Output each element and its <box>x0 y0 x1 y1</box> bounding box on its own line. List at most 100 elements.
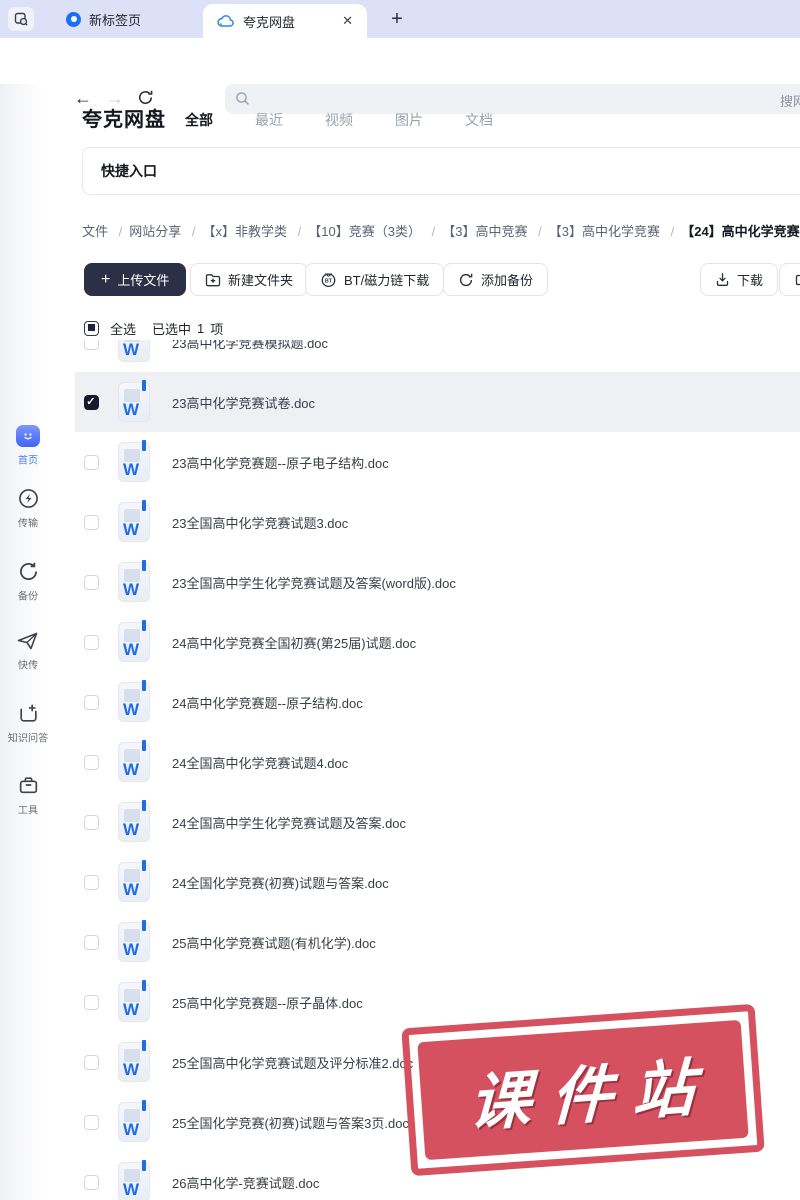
file-checkbox[interactable]: ✓ <box>84 394 99 410</box>
breadcrumb-item: 【10】竞赛（3类） <box>291 224 421 239</box>
browser-nav-bar: ← → 搜网盘 <box>0 38 800 114</box>
page-title: 夸克网盘 <box>82 109 166 131</box>
file-row[interactable]: ✓ W 23全国高中化学竞赛试题3.doc <box>75 492 800 552</box>
browser-tab-label: 夸克网盘 <box>243 14 296 30</box>
sidebar-item-label: 传输 <box>17 518 39 530</box>
breadcrumb-link[interactable]: 【10】竞赛（3类） <box>308 224 421 239</box>
download-label: 下载 <box>737 273 764 288</box>
file-checkbox[interactable]: ✓ <box>84 340 99 350</box>
breadcrumb-link[interactable]: 【3】高中竞赛 <box>442 224 527 239</box>
file-name[interactable]: 24全国高中学生化学竞赛试题及答案.doc <box>172 813 406 832</box>
file-row[interactable]: ✓ W 23高中化学竞赛模拟题.doc <box>75 340 800 372</box>
filter-tab[interactable]: 文档 <box>465 110 493 130</box>
file-name[interactable]: 24高中化学竞赛题--原子结构.doc <box>172 693 363 712</box>
sidebar-item-backup[interactable]: 备份 <box>0 560 56 604</box>
sidebar: 首页 传输 备份 快传 知识问答 工具 <box>0 84 56 1200</box>
plus-icon: + <box>101 270 111 288</box>
file-row[interactable]: ✓ W 23全国高中学生化学竞赛试题及答案(word版).doc <box>75 552 800 612</box>
download-icon <box>715 272 730 287</box>
file-checkbox[interactable]: ✓ <box>84 454 99 470</box>
file-checkbox[interactable]: ✓ <box>84 994 99 1010</box>
sidebar-item-tools[interactable]: 工具 <box>0 774 56 818</box>
file-row[interactable]: ✓ W 24全国化学竞赛(初赛)试题与答案.doc <box>75 852 800 912</box>
filter-tab[interactable]: 全部 <box>185 110 213 130</box>
file-checkbox[interactable]: ✓ <box>84 574 99 590</box>
breadcrumb-link[interactable]: 文件 <box>82 224 108 239</box>
browser-tab-quark[interactable]: 夸克网盘 ✕ <box>203 4 367 38</box>
share-button[interactable]: 分享 <box>779 263 800 296</box>
sidebar-item-label: 工具 <box>17 805 39 817</box>
file-checkbox[interactable]: ✓ <box>84 1114 99 1130</box>
breadcrumb-link[interactable]: 【3】高中化学竞赛 <box>549 224 660 239</box>
breadcrumb-link[interactable]: 网站分享 <box>129 224 181 239</box>
file-name[interactable]: 24全国化学竞赛(初赛)试题与答案.doc <box>172 873 389 892</box>
new-folder-button[interactable]: 新建文件夹 <box>190 263 309 296</box>
backup-circle-icon <box>458 272 474 288</box>
download-button[interactable]: 下载 <box>700 263 779 296</box>
breadcrumb-link[interactable]: 【24】高中化学竞赛 <box>681 224 799 239</box>
sidebar-item-quick-send[interactable]: 快传 <box>0 630 56 673</box>
file-row[interactable]: ✓ W 23高中化学竞赛试卷.doc <box>75 372 800 432</box>
file-checkbox[interactable]: ✓ <box>84 1054 99 1070</box>
file-name[interactable]: 25高中化学竞赛题--原子晶体.doc <box>172 993 363 1012</box>
file-name[interactable]: 23全国高中学生化学竞赛试题及答案(word版).doc <box>172 573 456 592</box>
breadcrumb-item: 文件 <box>82 224 108 239</box>
filter-tab[interactable]: 最近 <box>255 110 283 130</box>
file-name[interactable]: 23高中化学竞赛试卷.doc <box>172 393 315 412</box>
close-icon[interactable]: ✕ <box>342 13 353 29</box>
word-doc-icon: W <box>118 740 150 782</box>
svg-text:BT: BT <box>325 279 333 285</box>
file-row[interactable]: ✓ W 23高中化学竞赛题--原子电子结构.doc <box>75 432 800 492</box>
file-checkbox[interactable]: ✓ <box>84 874 99 890</box>
home-icon <box>0 425 56 447</box>
select-all-checkbox[interactable] <box>84 320 99 336</box>
file-name[interactable]: 23高中化学竞赛模拟题.doc <box>172 340 328 352</box>
file-row[interactable]: ✓ W 24全国高中化学竞赛试题4.doc <box>75 732 800 792</box>
quick-entry-title: 快捷入口 <box>101 163 157 179</box>
file-name[interactable]: 23全国高中化学竞赛试题3.doc <box>172 513 348 532</box>
breadcrumb-item: 网站分享 <box>112 224 182 239</box>
upload-file-button[interactable]: + 上传文件 <box>84 263 187 296</box>
word-doc-icon: W <box>118 560 150 602</box>
file-row[interactable]: ✓ W 24高中化学竞赛全国初赛(第25届)试题.doc <box>75 612 800 672</box>
sidebar-item-label: 快传 <box>17 660 39 672</box>
file-checkbox[interactable]: ✓ <box>84 934 99 950</box>
breadcrumb-item: 【24】高中化学竞赛 <box>664 224 800 239</box>
filter-tab[interactable]: 视频 <box>325 110 353 130</box>
filter-tab[interactable]: 图片 <box>395 110 423 130</box>
bt-magnet-download-button[interactable]: BT BT/磁力链下载 <box>305 263 445 296</box>
quick-entry-card[interactable]: 快捷入口 <box>82 147 800 195</box>
sidebar-item-label: 备份 <box>17 591 39 603</box>
file-name[interactable]: 23高中化学竞赛题--原子电子结构.doc <box>172 453 389 472</box>
file-row[interactable]: ✓ W 25高中化学竞赛试题(有机化学).doc <box>75 912 800 972</box>
file-row[interactable]: ✓ W 24全国高中学生化学竞赛试题及答案.doc <box>75 792 800 852</box>
file-name[interactable]: 26高中化学-竞赛试题.doc <box>172 1173 319 1192</box>
browser-tab-newtab[interactable]: 新标签页 <box>52 0 155 38</box>
word-doc-icon: W <box>118 1040 150 1082</box>
toolbox-icon <box>0 774 56 797</box>
sidebar-item-knowledge-qa[interactable]: 知识问答 <box>0 702 56 746</box>
breadcrumb-link[interactable]: 【x】非教学类 <box>203 224 288 239</box>
file-checkbox[interactable]: ✓ <box>84 634 99 650</box>
file-checkbox[interactable]: ✓ <box>84 1174 99 1190</box>
file-name[interactable]: 24高中化学竞赛全国初赛(第25届)试题.doc <box>172 633 416 652</box>
file-name[interactable]: 24全国高中化学竞赛试题4.doc <box>172 753 348 772</box>
upload-file-label: 上传文件 <box>117 273 170 288</box>
file-name[interactable]: 25全国化学竞赛(初赛)试题与答案3页.doc <box>172 1113 409 1132</box>
file-checkbox[interactable]: ✓ <box>84 514 99 530</box>
tab-search-button[interactable] <box>8 7 34 31</box>
add-backup-button[interactable]: 添加备份 <box>443 263 549 296</box>
file-checkbox[interactable]: ✓ <box>84 754 99 770</box>
file-checkbox[interactable]: ✓ <box>84 694 99 710</box>
sidebar-item-transfer[interactable]: 传输 <box>0 487 56 531</box>
file-checkbox[interactable]: ✓ <box>84 814 99 830</box>
kejianzhan-stamp-watermark: 课件站 <box>401 1003 765 1177</box>
file-name[interactable]: 25全国高中化学竞赛试题及评分标准2.doc <box>172 1053 413 1072</box>
file-name[interactable]: 25高中化学竞赛试题(有机化学).doc <box>172 933 376 952</box>
search-placeholder: 搜网盘 <box>779 94 800 109</box>
file-row[interactable]: ✓ W 24高中化学竞赛题--原子结构.doc <box>75 672 800 732</box>
word-doc-icon: W <box>118 1100 150 1142</box>
browser-logo-icon <box>66 11 81 27</box>
sidebar-item-home[interactable]: 首页 <box>0 425 56 468</box>
new-tab-button[interactable]: + <box>382 4 412 34</box>
